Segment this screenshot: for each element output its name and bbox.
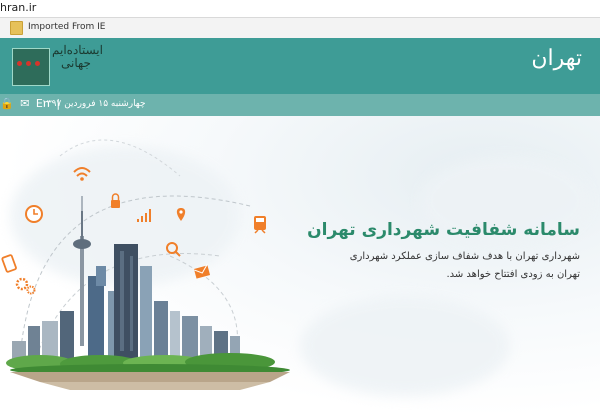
clock-icon <box>25 205 43 223</box>
ground <box>10 372 290 390</box>
city-buildings <box>12 244 240 361</box>
site-logo[interactable]: تهران <box>531 46 582 71</box>
lock-icon <box>111 193 120 208</box>
favorites-bar: Imported From IE <box>0 18 600 39</box>
gear-icon <box>15 277 36 295</box>
address-bar[interactable]: hran.ir <box>0 0 600 18</box>
train-icon <box>254 216 266 234</box>
favorites-item-imported[interactable]: Imported From IE <box>28 22 105 32</box>
hero-title: سامانه شفافیت شهرداری تهران <box>307 220 580 240</box>
mail-icon[interactable]: ✉ <box>20 97 29 110</box>
hero-section: سامانه شفافیت شهرداری تهران شهرداری تهرا… <box>0 116 600 418</box>
wifi-icon <box>73 167 91 181</box>
site-header: ایستاده‌ایم جهانی تهران <box>0 38 600 94</box>
sub-header-bar: 🔒 ✉ En | چهارشنبه ۱۵ فروردین ۱۳۹۷ <box>0 94 600 116</box>
hero-description: شهرداری تهران با هدف شفاف سازی عملکرد شه… <box>349 251 580 280</box>
folder-icon[interactable] <box>10 21 23 35</box>
envelope-icon <box>193 264 211 279</box>
location-pin-icon <box>176 208 186 221</box>
signal-icon <box>137 209 151 222</box>
address-text: hran.ir <box>0 1 37 14</box>
lock-icon[interactable]: 🔒 <box>0 97 14 110</box>
date-label: چهارشنبه ۱۵ فروردین ۱۳۹۷ <box>42 99 146 109</box>
mobile-icon <box>1 254 17 273</box>
calligraphy-logo: ایستاده‌ایم جهانی <box>52 43 103 70</box>
emblem-icon <box>12 48 50 86</box>
